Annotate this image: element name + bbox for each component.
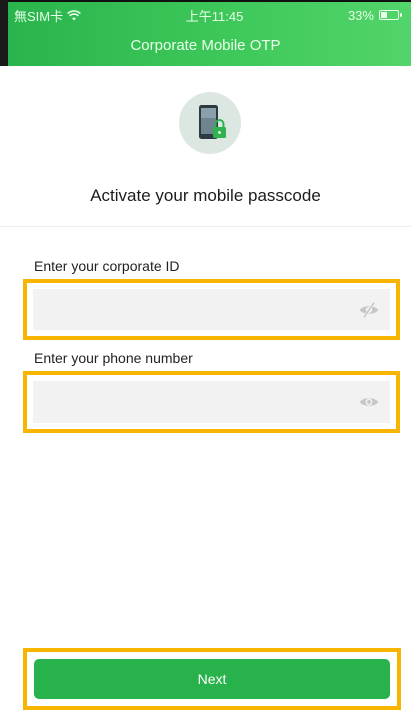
section-divider — [0, 226, 411, 227]
phone-number-field-highlight — [23, 371, 400, 433]
activation-heading: Activate your mobile passcode — [90, 186, 321, 205]
battery-icon — [378, 10, 402, 20]
screen-edge — [0, 0, 411, 2]
carrier-label: 無SIM卡 — [14, 8, 64, 24]
eye-icon[interactable] — [358, 391, 380, 413]
app-header: 無SIM卡 上午11:45 33% Corporate Mobile OTP — [0, 0, 411, 66]
corporate-id-field-highlight — [23, 279, 400, 340]
battery-percent: 33% — [347, 7, 374, 23]
page-title: Corporate Mobile OTP — [130, 37, 281, 54]
phone-number-input[interactable] — [33, 381, 390, 423]
phone-number-label: Enter your phone number — [34, 350, 193, 366]
screen-edge — [0, 0, 8, 66]
phone-lock-icon — [179, 92, 241, 154]
next-button[interactable]: Next — [34, 659, 390, 699]
wifi-icon — [67, 9, 82, 20]
corporate-id-label: Enter your corporate ID — [34, 258, 180, 274]
next-button-highlight: Next — [23, 648, 401, 710]
status-bar: 無SIM卡 上午11:45 33% — [14, 6, 402, 24]
eye-off-icon[interactable] — [358, 299, 380, 321]
corporate-id-input[interactable] — [33, 289, 390, 330]
status-time: 上午11:45 — [185, 8, 244, 24]
